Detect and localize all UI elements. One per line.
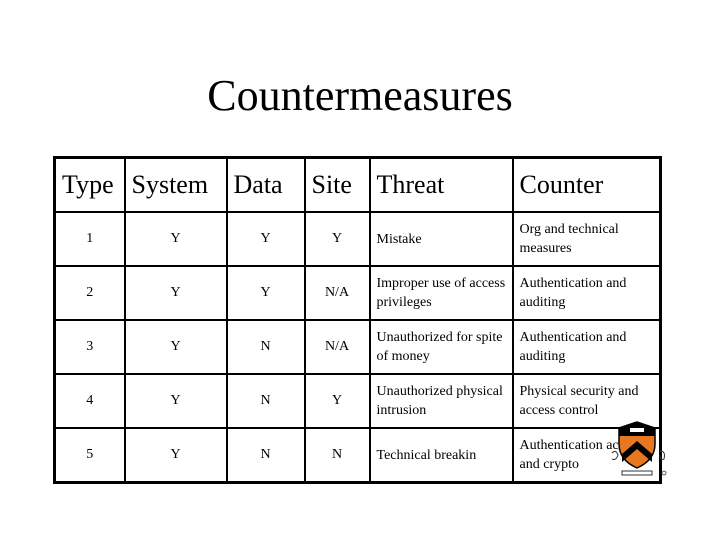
cell-data: Y (225, 211, 306, 267)
cell-threat: Mistake (368, 211, 514, 267)
cell-system: Y (123, 211, 228, 267)
cell-system: Y (123, 373, 228, 429)
table-row: 5 Y N N Technical breakin Authentication… (53, 427, 662, 484)
cell-type: 4 (53, 373, 126, 429)
cell-site: Y (303, 211, 371, 267)
header-type: Type (53, 156, 126, 213)
cell-site: Y (303, 373, 371, 429)
table-row: 2 Y Y N/A Improper use of access privile… (53, 265, 662, 321)
cell-site: N/A (303, 265, 371, 321)
header-site: Site (303, 156, 371, 213)
header-data: Data (225, 156, 306, 213)
header-counter: Counter (511, 156, 662, 213)
header-system: System (123, 156, 228, 213)
cell-system: Y (123, 427, 228, 484)
cell-type: 3 (53, 319, 126, 375)
slide-title: Countermeasures (207, 71, 513, 120)
cell-threat: Unauthorized physical intrusion (368, 373, 514, 429)
table-row: 3 Y N N/A Unauthorized for spite of mone… (53, 319, 662, 375)
cell-site: N/A (303, 319, 371, 375)
cell-system: Y (123, 319, 228, 375)
cell-system: Y (123, 265, 228, 321)
cell-threat: Technical breakin (368, 427, 514, 484)
cell-type: 2 (53, 265, 126, 321)
cell-counter: Authentication and auditing (511, 265, 662, 321)
university-shield-icon (618, 421, 656, 469)
cell-data: N (225, 373, 306, 429)
cell-counter: Authentication and auditing (511, 319, 662, 375)
cell-data: Y (225, 265, 306, 321)
cell-type: 5 (53, 427, 126, 484)
cell-site: N (303, 427, 371, 484)
cell-type: 1 (53, 211, 126, 267)
table-row: 1 Y Y Y Mistake Org and technical measur… (53, 211, 662, 267)
cell-threat: Unauthorized for spite of money (368, 319, 514, 375)
header-threat: Threat (368, 156, 514, 213)
table-row: 4 Y N Y Unauthorized physical intrusion … (53, 373, 662, 429)
cell-data: N (225, 319, 306, 375)
countermeasures-table: Type System Data Site Threat Counter 1 Y… (53, 156, 662, 484)
cell-counter: Org and technical measures (511, 211, 662, 267)
cell-threat: Improper use of access privileges (368, 265, 514, 321)
table-header-row: Type System Data Site Threat Counter (53, 156, 662, 213)
cell-data: N (225, 427, 306, 484)
